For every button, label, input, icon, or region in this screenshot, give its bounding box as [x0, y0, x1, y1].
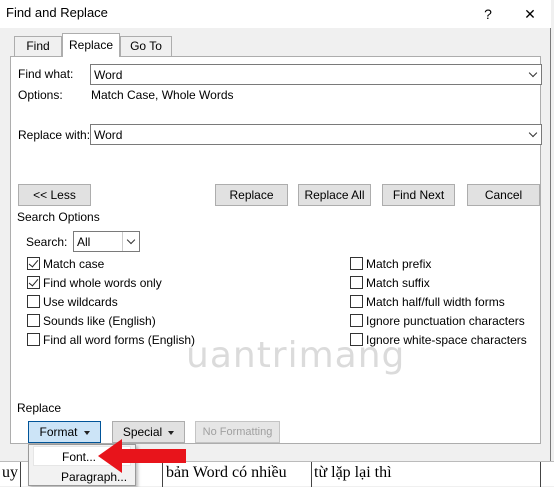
tab-replace[interactable]: Replace — [62, 33, 120, 57]
search-direction-value[interactable]: All — [77, 235, 90, 249]
red-pointer-arrow-icon — [98, 439, 186, 473]
use-wildcards-label[interactable]: Use wildcards — [43, 295, 118, 309]
table-border — [540, 462, 541, 487]
find-what-combo[interactable]: Word — [90, 64, 542, 85]
options-value: Match Case, Whole Words — [91, 88, 234, 102]
table-border — [20, 462, 21, 487]
replace-button[interactable]: Replace — [215, 184, 288, 206]
format-button[interactable]: Format — [28, 421, 101, 443]
find-all-word-forms-label[interactable]: Find all word forms (English) — [43, 333, 195, 347]
replace-with-label: Replace with: — [18, 128, 91, 142]
match-suffix-checkbox[interactable] — [350, 276, 363, 289]
find-replace-dialog: Find and Replace ? ✕ Find Replace Go To … — [0, 0, 551, 486]
find-whole-words-label[interactable]: Find whole words only — [43, 276, 162, 290]
document-text-right: từ lặp lại thì — [314, 464, 392, 481]
match-prefix-label[interactable]: Match prefix — [366, 257, 431, 271]
replace-all-button[interactable]: Replace All — [298, 184, 371, 206]
match-half-full-width-label[interactable]: Match half/full width forms — [366, 295, 505, 309]
sounds-like-checkbox[interactable] — [27, 314, 40, 327]
match-case-checkbox[interactable] — [27, 257, 40, 270]
watermark: uantrimang — [180, 330, 404, 380]
no-formatting-button[interactable]: No Formatting — [195, 421, 280, 443]
search-label: Search: — [26, 235, 68, 249]
match-half-full-width-checkbox[interactable] — [350, 295, 363, 308]
find-all-word-forms-checkbox[interactable] — [27, 333, 40, 346]
search-direction-select[interactable]: All — [73, 231, 140, 252]
find-what-label: Find what: — [18, 67, 74, 81]
options-label: Options: — [18, 88, 63, 102]
close-button[interactable]: ✕ — [518, 3, 542, 25]
less-button[interactable]: << Less — [18, 184, 91, 206]
chevron-down-icon[interactable] — [524, 65, 541, 84]
title-bar[interactable]: Find and Replace ? ✕ — [0, 0, 551, 28]
watermark-text: uantrimang — [186, 334, 406, 376]
cancel-button[interactable]: Cancel — [467, 184, 540, 206]
dropdown-arrow-icon — [83, 430, 90, 435]
dialog-title: Find and Replace — [6, 5, 108, 20]
tab-go-to[interactable]: Go To — [120, 36, 172, 56]
chevron-down-icon[interactable] — [524, 125, 541, 144]
find-whole-words-checkbox[interactable] — [27, 276, 40, 289]
ignore-punctuation-checkbox[interactable] — [350, 314, 363, 327]
document-text-left: uy — [2, 464, 18, 481]
tab-find[interactable]: Find — [14, 36, 62, 56]
replace-with-value[interactable]: Word — [94, 128, 122, 142]
table-border — [311, 462, 312, 487]
replace-with-combo[interactable]: Word — [90, 124, 542, 145]
search-options-heading: Search Options — [17, 210, 100, 224]
chevron-down-icon[interactable] — [122, 232, 139, 251]
format-button-label: Format — [39, 425, 78, 439]
match-prefix-checkbox[interactable] — [350, 257, 363, 270]
sounds-like-label[interactable]: Sounds like (English) — [43, 314, 156, 328]
ignore-punctuation-label[interactable]: Ignore punctuation characters — [366, 314, 525, 328]
replace-section-heading: Replace — [17, 401, 62, 415]
match-suffix-label[interactable]: Match suffix — [366, 276, 430, 290]
help-button[interactable]: ? — [476, 3, 500, 25]
dropdown-arrow-icon — [168, 430, 175, 435]
find-what-value[interactable]: Word — [94, 68, 122, 82]
match-case-label[interactable]: Match case — [43, 257, 104, 271]
use-wildcards-checkbox[interactable] — [27, 295, 40, 308]
find-next-button[interactable]: Find Next — [382, 184, 455, 206]
